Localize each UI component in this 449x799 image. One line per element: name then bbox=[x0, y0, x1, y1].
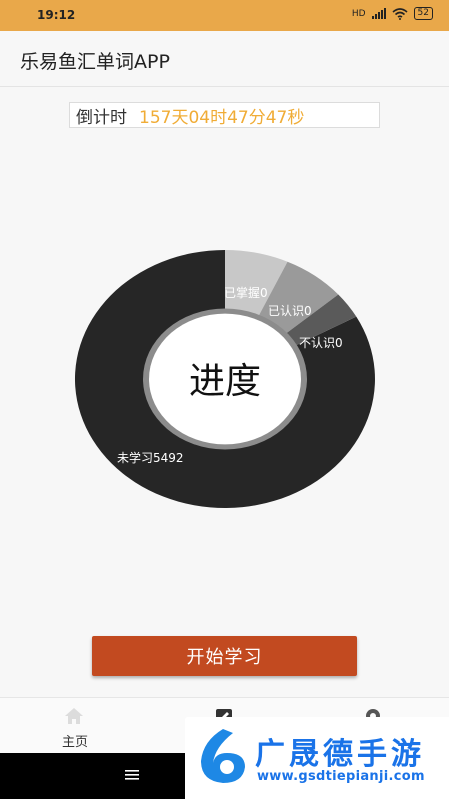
status-bar: 19:12 HD 52 bbox=[0, 0, 449, 31]
tab-home[interactable]: 主页 bbox=[0, 698, 150, 754]
watermark-url: www.gsdtiepianji.com bbox=[257, 769, 425, 784]
start-learning-button[interactable]: 开始学习 bbox=[92, 636, 357, 676]
status-time: 19:12 bbox=[37, 8, 76, 22]
home-icon bbox=[65, 708, 83, 724]
signal-icon bbox=[371, 8, 386, 19]
countdown-label: 倒计时 bbox=[76, 107, 127, 128]
countdown-box: 倒计时 157天04时47分47秒 bbox=[69, 102, 380, 128]
status-icons: HD 52 bbox=[352, 7, 433, 20]
slice-label-unlearned: 未学习5492 bbox=[117, 450, 184, 465]
countdown-value: 157天04时47分47秒 bbox=[139, 107, 305, 128]
slice-label-mastered: 已掌握0 bbox=[224, 285, 268, 300]
progress-center-label: 进度 bbox=[189, 361, 261, 402]
battery-indicator: 52 bbox=[413, 7, 433, 20]
tab-home-label: 主页 bbox=[61, 735, 88, 750]
watermark-text: 广晟德手游 bbox=[255, 737, 425, 772]
hd-label: HD bbox=[351, 8, 366, 19]
slice-label-unknown: 不认识0 bbox=[299, 336, 343, 350]
watermark-overlay: 广晟德手游 www.gsdtiepianji.com bbox=[185, 717, 449, 799]
menu-icon[interactable] bbox=[125, 769, 139, 781]
app-title: 乐易鱼汇单词APP bbox=[20, 51, 170, 73]
slice-label-known: 已认识0 bbox=[268, 304, 312, 318]
progress-chart: 已掌握0 已认识0 不认识0 未学习5492 进度 bbox=[74, 249, 375, 508]
watermark-logo-icon bbox=[201, 729, 245, 783]
wifi-icon bbox=[392, 7, 408, 20]
app-bar: 乐易鱼汇单词APP bbox=[0, 31, 449, 87]
